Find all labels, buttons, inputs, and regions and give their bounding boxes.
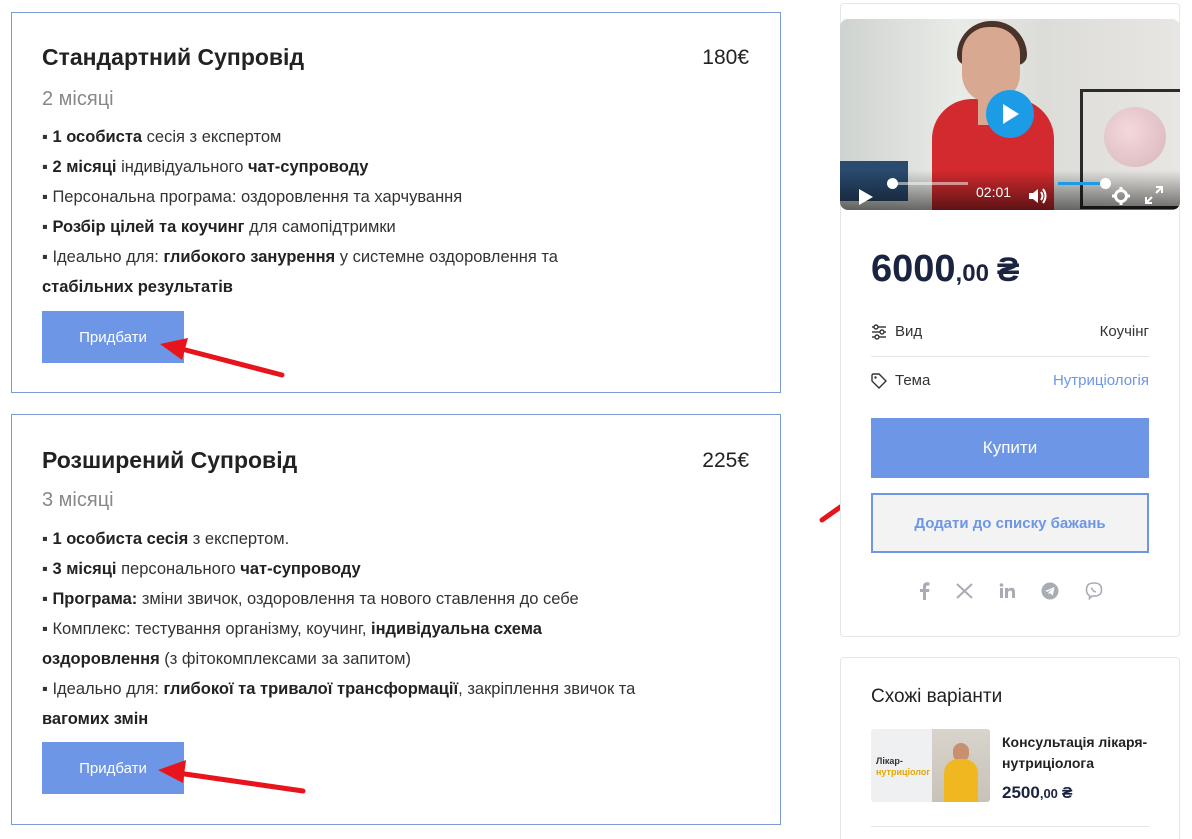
video-progress-track[interactable] [892, 182, 968, 185]
price-currency: ₴ [1061, 785, 1073, 802]
plan-price: 225€ [702, 449, 749, 472]
meta-value: Коучінг [1099, 323, 1149, 340]
tag-icon [871, 373, 887, 389]
plan-price: 180€ [702, 46, 749, 69]
linkedin-icon[interactable] [996, 580, 1018, 602]
volume-fill [1058, 182, 1106, 185]
feature-item: ▪ Ідеально для: глибокої та тривалої тра… [42, 680, 636, 728]
video-player[interactable]: 02:01 [840, 19, 1180, 210]
price-currency: ₴ [996, 251, 1020, 289]
play-overlay-button[interactable] [986, 90, 1034, 138]
feature-item: ▪ Ідеально для: глибокого занурення у си… [42, 248, 558, 296]
settings-icon[interactable] [1112, 187, 1130, 205]
meta-row-topic: Тема Нутриціологія [871, 362, 1149, 402]
thumbnail-person [944, 759, 978, 802]
buy-button[interactable]: Купити [871, 418, 1149, 478]
add-to-wishlist-button[interactable]: Додати до списку бажань [871, 493, 1149, 553]
plan-card-standard: Стандартний Супровід 180€ 2 місяці ▪ 1 о… [11, 12, 781, 393]
video-time: 02:01 [976, 184, 1012, 200]
plan-duration: 3 місяці [42, 489, 114, 511]
price-integer: 6000 [871, 248, 956, 290]
similar-title: Схожі варіанти [871, 686, 1003, 707]
topic-link[interactable]: Нутриціологія [1053, 372, 1149, 389]
plan-duration: 2 місяці [42, 88, 114, 110]
video-controls: 02:01 [840, 170, 1180, 210]
plan-card-extended: Розширений Супровід 225€ 3 місяці ▪ 1 ос… [11, 414, 781, 825]
meta-label: Вид [895, 323, 923, 340]
video-progress-knob[interactable] [887, 178, 898, 189]
thumbnail-text-line: нутриціолог [876, 767, 931, 777]
play-icon[interactable] [858, 188, 874, 206]
plan-features: ▪ 1 особиста сесія з експертом ▪ 2 місяці… [42, 122, 642, 302]
price-decimal: ,00 [955, 260, 989, 287]
similar-item-link[interactable]: Консультація лікаря-нутриціолога [1002, 732, 1162, 774]
play-icon [1003, 104, 1019, 124]
facebook-icon[interactable] [913, 580, 935, 602]
feature-item: ▪ Програма: зміни звичок, оздоровлення т… [42, 590, 579, 608]
volume-knob[interactable] [1099, 178, 1111, 189]
feature-item: ▪ Персональна програма: оздоровлення та … [42, 188, 463, 206]
product-price: 6000,00 ₴ [871, 248, 1020, 291]
price-integer: 2500 [1002, 783, 1040, 802]
plan-title: Стандартний Супровід [42, 44, 305, 70]
meta-row-type: Вид Коучінг [871, 313, 1149, 353]
feature-item: ▪ 3 місяці персонального чат-супроводу [42, 560, 361, 578]
plan-features: ▪ 1 особиста сесія з експертом. ▪ 3 місяц… [42, 524, 642, 734]
plan-title: Розширений Супровід [42, 447, 298, 473]
thumbnail-text: Лікар- нутриціолог [876, 756, 930, 778]
buy-plan-button[interactable]: Придбати [42, 311, 184, 363]
x-icon[interactable] [953, 580, 975, 602]
meta-label: Тема [895, 372, 931, 389]
feature-item: ▪ 1 особиста сесія з експертом. [42, 530, 290, 548]
feature-item: ▪ Розбір цілей та коучинг для самопідтри… [42, 218, 396, 236]
similar-thumbnail[interactable]: Лікар- нутриціолог [871, 729, 990, 802]
similar-item-price: 2500,00 ₴ [1002, 783, 1073, 803]
sliders-icon [872, 324, 886, 340]
buy-plan-button[interactable]: Придбати [42, 742, 184, 794]
viber-icon[interactable] [1083, 580, 1105, 602]
fullscreen-icon[interactable] [1145, 186, 1163, 204]
feature-item: ▪ Комплекс: тестування організму, коучин… [42, 620, 542, 668]
thumbnail-text-line: Лікар- [876, 756, 903, 766]
telegram-icon[interactable] [1039, 580, 1061, 602]
divider [871, 356, 1149, 357]
feature-item: ▪ 2 місяці індивідуального чат-супроводу [42, 158, 369, 176]
volume-icon[interactable] [1028, 187, 1048, 205]
price-decimal: ,00 [1039, 786, 1058, 801]
video-flowers-decor [1104, 107, 1166, 167]
feature-item: ▪ 1 особиста сесія з експертом [42, 128, 282, 146]
divider [871, 826, 1149, 827]
